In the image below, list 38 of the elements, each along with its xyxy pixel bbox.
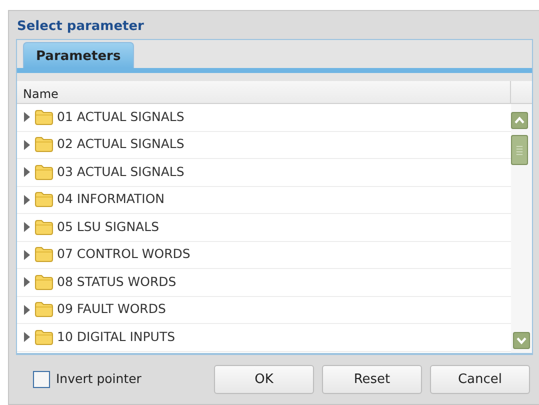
dialog-button[interactable]: Cancel <box>430 365 530 394</box>
expander-icon[interactable] <box>23 277 31 288</box>
folder-icon <box>35 330 53 345</box>
expander-icon[interactable] <box>23 250 31 260</box>
folder-icon <box>35 274 53 290</box>
dialog-title: Select parameter <box>17 19 145 35</box>
dialog-button[interactable]: Reset <box>322 365 422 394</box>
expander-icon[interactable] <box>23 194 31 205</box>
tab[interactable]: Parameters <box>23 42 134 68</box>
tree-item-label[interactable]: 03 ACTUAL SIGNALS <box>57 162 184 182</box>
checkbox-label: Invert pointer <box>56 370 142 388</box>
tree-item-label[interactable]: 08 STATUS WORDS <box>57 272 176 292</box>
expander-icon[interactable] <box>23 304 31 315</box>
checkbox[interactable] <box>33 371 50 388</box>
scroll-down-icon[interactable] <box>513 332 530 349</box>
tree-item-label[interactable]: 09 FAULT WORDS <box>57 300 166 320</box>
scroll-thumb[interactable] <box>511 135 528 165</box>
scroll-up-icon[interactable] <box>511 112 528 130</box>
tree-item-label[interactable]: 10 DIGITAL INPUTS <box>57 328 176 347</box>
expander-icon[interactable] <box>23 332 31 342</box>
tree-item-label[interactable]: 05 LSU SIGNALS <box>57 218 160 237</box>
folder-icon <box>35 192 53 208</box>
folder-icon <box>35 220 53 235</box>
folder-icon <box>35 164 53 180</box>
expander-icon[interactable] <box>23 112 31 122</box>
folder-icon <box>35 247 53 262</box>
expander-icon[interactable] <box>23 167 31 178</box>
expander-icon[interactable] <box>23 222 31 232</box>
tree-item-label[interactable]: 07 CONTROL WORDS <box>57 245 190 264</box>
tree-item-label[interactable]: 02 ACTUAL SIGNALS <box>57 135 184 154</box>
folder-icon <box>35 110 53 125</box>
dialog-button[interactable]: OK <box>214 365 314 394</box>
folder-icon <box>35 302 53 318</box>
tree-item-label[interactable]: 01 ACTUAL SIGNALS <box>57 108 184 127</box>
scrollbar[interactable] <box>511 104 532 353</box>
folder-icon <box>35 137 53 152</box>
tree-item-label[interactable]: 04 INFORMATION <box>57 190 165 210</box>
expander-icon[interactable] <box>23 140 31 150</box>
